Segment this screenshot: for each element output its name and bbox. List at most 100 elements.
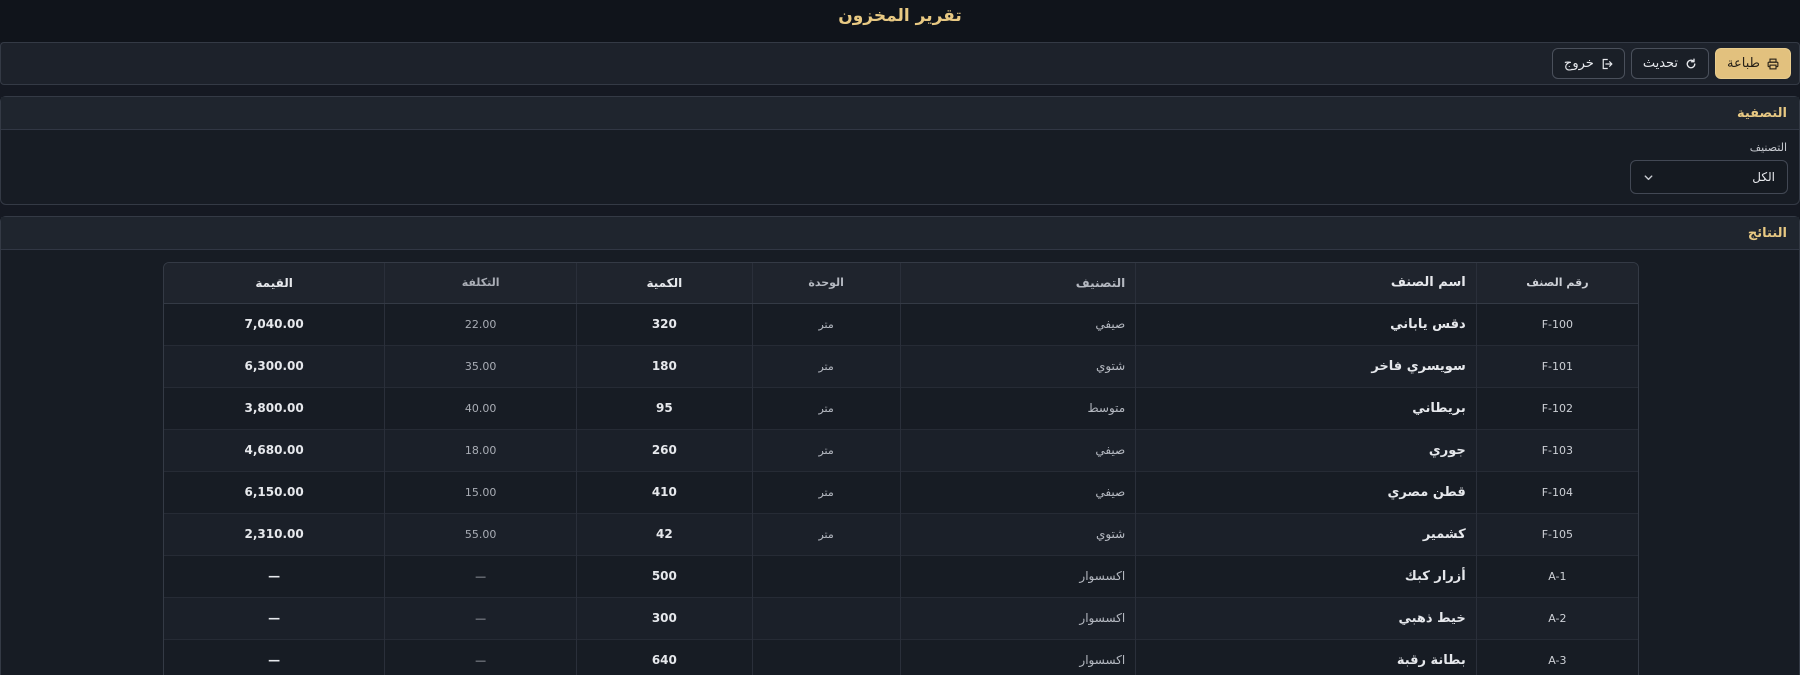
filter-body: التصنيف الكل [1, 130, 1799, 205]
category-select-value: الكل [1752, 170, 1775, 184]
cell-quantity: 180 [575, 344, 753, 387]
table-row[interactable]: A-1 أزرار كبك اكسسوار 500 — — [164, 554, 1638, 597]
cell-cost: 15.00 [384, 470, 577, 513]
exit-button[interactable]: خروج [1551, 48, 1625, 79]
cell-name: أزرار كبك [1135, 554, 1477, 597]
cell-code: A-1 [1475, 554, 1638, 597]
print-button[interactable]: طباعة [1715, 48, 1791, 79]
cell-category: صيفي [899, 470, 1136, 513]
refresh-button-label: تحديث [1642, 56, 1679, 71]
col-header-name[interactable]: اسم الصنف [1135, 263, 1477, 304]
col-header-code[interactable]: رقم الصنف [1475, 263, 1638, 304]
table-row[interactable]: A-3 بطانة رقبة اكسسوار 640 — — [164, 638, 1638, 675]
cell-category: اكسسوار [899, 554, 1136, 597]
cell-category: صيفي [899, 428, 1136, 471]
cell-code: F-103 [1475, 428, 1638, 471]
table-row[interactable]: F-105 كشمير شتوي متر 42 55.00 2,310.00 [164, 512, 1638, 555]
cell-name: جوري [1135, 428, 1477, 471]
table-row[interactable]: F-102 بريطاني متوسط متر 95 40.00 3,800.0… [164, 386, 1638, 429]
cell-category: شتوي [899, 512, 1136, 555]
cell-value: 6,150.00 [164, 470, 385, 513]
cell-quantity: 42 [575, 512, 753, 555]
cell-code: F-104 [1475, 470, 1638, 513]
refresh-icon [1686, 57, 1696, 68]
toolbar: طباعة تحديث خروج [0, 42, 1800, 85]
table-header-row: رقم الصنف اسم الصنف التصنيف الوحدة الكمي… [164, 263, 1638, 304]
cell-unit: متر [751, 386, 901, 429]
table-row[interactable]: A-2 خيط ذهبي اكسسوار 300 — — [164, 596, 1638, 639]
cell-quantity: 300 [575, 596, 753, 639]
cell-value: 2,310.00 [164, 512, 385, 555]
col-header-cost[interactable]: التكلفة [384, 263, 577, 304]
category-select[interactable]: الكل [1630, 160, 1788, 194]
cell-unit: متر [751, 302, 901, 345]
filter-panel-header: التصفية [1, 97, 1799, 130]
cell-quantity: 260 [575, 428, 753, 471]
results-panel-header: النتائج [1, 217, 1799, 250]
cell-unit: متر [751, 428, 901, 471]
cell-code: F-102 [1475, 386, 1638, 429]
cell-name: بطانة رقبة [1135, 638, 1477, 675]
cell-name: سويسري فاخر [1135, 344, 1477, 387]
printer-icon [1767, 58, 1779, 69]
cell-value: 7,040.00 [164, 302, 385, 345]
cell-category: اكسسوار [899, 638, 1136, 675]
logout-icon [1602, 58, 1613, 69]
table-row[interactable]: F-103 جوري صيفي متر 260 18.00 4,680.00 [164, 428, 1638, 471]
cell-value: 3,800.00 [164, 386, 385, 429]
cell-code: F-100 [1475, 302, 1638, 345]
col-header-value[interactable]: القيمة [164, 263, 385, 304]
cell-unit [751, 596, 901, 639]
results-panel-title: النتائج [1747, 225, 1787, 241]
cell-cost: — [384, 554, 577, 597]
cell-code: F-101 [1475, 344, 1638, 387]
cell-value: 4,680.00 [164, 428, 385, 471]
page-header: تقرير المخزون [0, 0, 1800, 42]
cell-code: A-2 [1475, 596, 1638, 639]
cell-code: F-105 [1475, 512, 1638, 555]
cell-cost: 18.00 [384, 428, 577, 471]
cell-cost: 22.00 [384, 302, 577, 345]
cell-value: — [164, 638, 385, 675]
cell-name: دقس ياباني [1135, 302, 1477, 345]
table-row[interactable]: F-104 قطن مصري صيفي متر 410 15.00 6,150.… [164, 470, 1638, 513]
filter-panel-title: التصفية [1736, 105, 1787, 121]
cell-category: متوسط [899, 386, 1136, 429]
cell-unit: متر [751, 512, 901, 555]
table-row[interactable]: F-100 دقس ياباني صيفي متر 320 22.00 7,04… [164, 302, 1638, 345]
cell-unit: متر [751, 470, 901, 513]
col-header-category[interactable]: التصنيف [899, 263, 1136, 304]
category-label: التصنيف [1749, 141, 1787, 154]
chevron-down-icon [1644, 174, 1653, 180]
cell-code: A-3 [1475, 638, 1638, 675]
cell-category: اكسسوار [899, 596, 1136, 639]
cell-name: بريطاني [1135, 386, 1477, 429]
filter-panel: التصفية التصنيف الكل [0, 96, 1800, 205]
cell-quantity: 320 [575, 302, 753, 345]
col-header-unit[interactable]: الوحدة [751, 263, 901, 304]
cell-value: — [164, 596, 385, 639]
refresh-button[interactable]: تحديث [1630, 48, 1710, 79]
cell-name: قطن مصري [1135, 470, 1477, 513]
cell-cost: 40.00 [384, 386, 577, 429]
cell-unit: متر [751, 344, 901, 387]
cell-cost: 55.00 [384, 512, 577, 555]
cell-category: شتوي [899, 344, 1136, 387]
cell-name: خيط ذهبي [1135, 596, 1477, 639]
cell-unit [751, 638, 901, 675]
cell-value: 6,300.00 [164, 344, 385, 387]
cell-category: صيفي [899, 302, 1136, 345]
cell-name: كشمير [1135, 512, 1477, 555]
table-row[interactable]: F-101 سويسري فاخر شتوي متر 180 35.00 6,3… [164, 344, 1638, 387]
cell-cost: 35.00 [384, 344, 577, 387]
results-table-container: رقم الصنف اسم الصنف التصنيف الوحدة الكمي… [163, 262, 1639, 675]
page-title: تقرير المخزون [838, 6, 962, 26]
exit-button-label: خروج [1563, 56, 1594, 71]
results-table: رقم الصنف اسم الصنف التصنيف الوحدة الكمي… [164, 263, 1638, 675]
cell-quantity: 640 [575, 638, 753, 675]
cell-quantity: 500 [575, 554, 753, 597]
print-button-label: طباعة [1727, 56, 1760, 71]
cell-quantity: 95 [575, 386, 753, 429]
col-header-quantity[interactable]: الكمية [575, 263, 753, 304]
cell-cost: — [384, 638, 577, 675]
